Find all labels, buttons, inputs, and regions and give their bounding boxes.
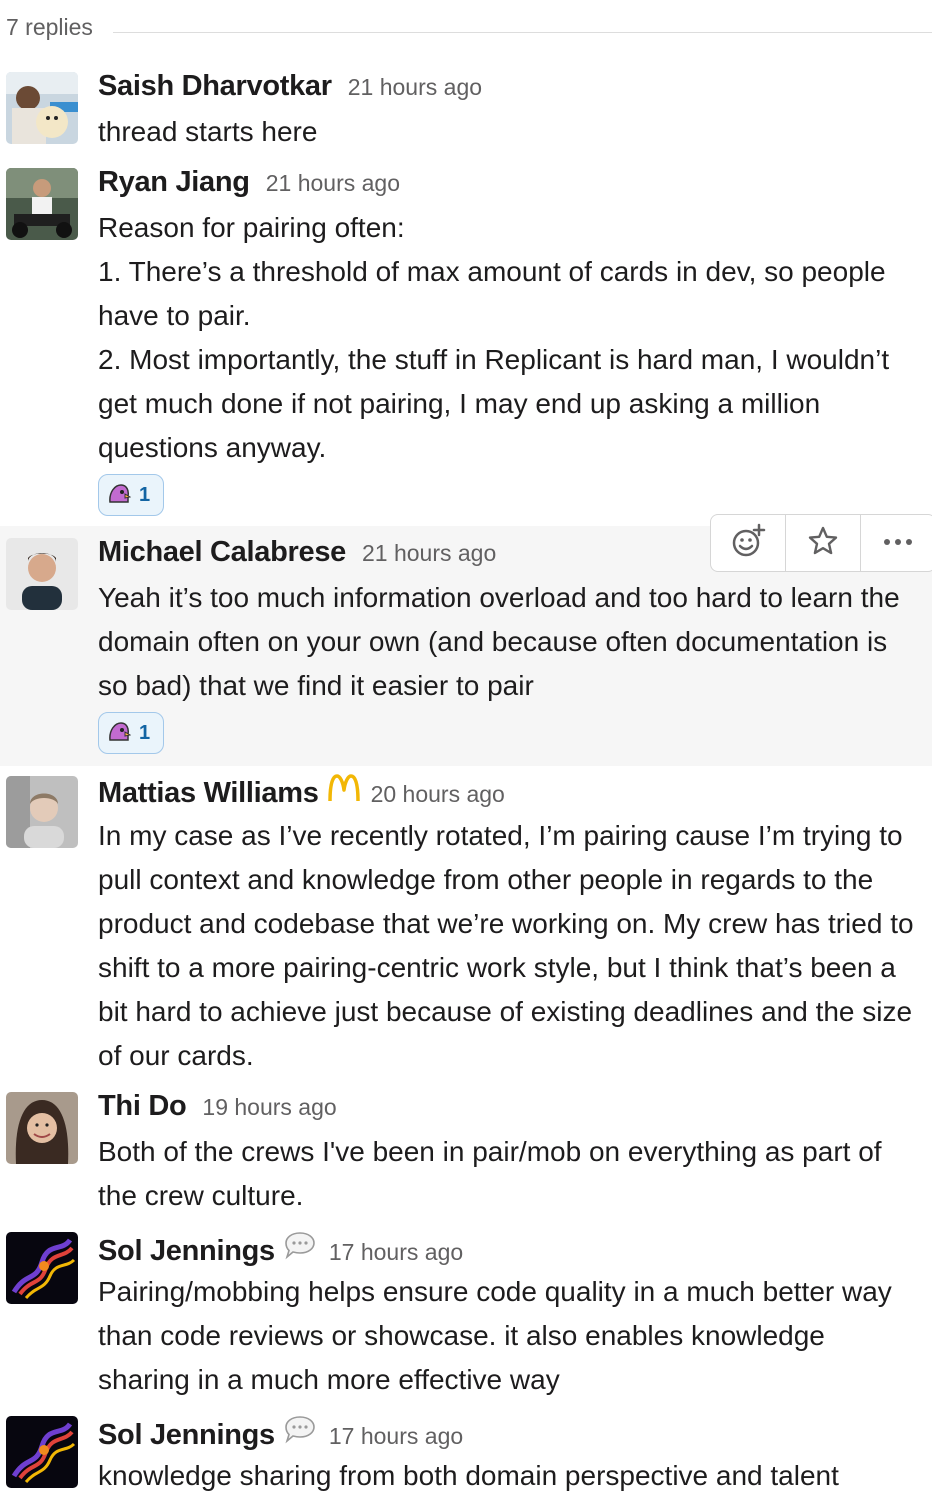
message-header: Sol Jennings 17 hours ago: [98, 1230, 463, 1268]
fractal-art-avatar[interactable]: [6, 1416, 78, 1488]
author-name[interactable]: Sol Jennings: [98, 1419, 275, 1452]
message: Sol Jennings 17 hours ago knowledge shar…: [0, 1406, 932, 1504]
fractal-art-avatar[interactable]: [6, 1232, 78, 1304]
message-header: Mattias Williams 20 hours ago: [98, 774, 505, 810]
reaction-pill[interactable]: 1: [98, 474, 164, 516]
more-actions-button[interactable]: [861, 515, 932, 571]
reaction-count: 1: [139, 483, 151, 506]
message: Mattias Williams 20 hours ago In my case…: [0, 766, 932, 1082]
message-body: In my case as I’ve recently rotated, I’m…: [98, 814, 924, 1078]
mcdonalds-arches-icon: [327, 774, 361, 807]
author-name[interactable]: Sol Jennings: [98, 1235, 275, 1268]
replies-divider: [113, 32, 932, 33]
party-parrot-icon: [107, 720, 132, 747]
message-text: thread starts here: [98, 116, 318, 147]
timestamp[interactable]: 21 hours ago: [266, 170, 400, 197]
person-on-motorcycle-avatar[interactable]: [6, 168, 78, 240]
message-body: Yeah it’s too much information overload …: [98, 576, 924, 708]
author-name[interactable]: Ryan Jiang: [98, 166, 250, 199]
timestamp[interactable]: 17 hours ago: [329, 1423, 463, 1450]
author-name[interactable]: Michael Calabrese: [98, 536, 346, 569]
message-body: knowledge sharing from both domain persp…: [98, 1454, 924, 1498]
person-portrait-avatar[interactable]: [6, 776, 78, 848]
reaction-pill[interactable]: 1: [98, 712, 164, 754]
message-text: 1. There’s a threshold of max amount of …: [98, 256, 886, 331]
replies-header: 7 replies: [0, 0, 932, 60]
timestamp[interactable]: 21 hours ago: [362, 540, 496, 567]
replies-count: 7 replies: [6, 14, 93, 40]
more-actions-icon: [882, 534, 914, 552]
star-button[interactable]: [786, 515, 861, 571]
message-header: Thi Do 19 hours ago: [98, 1090, 337, 1126]
message-text: Reason for pairing often:: [98, 212, 405, 243]
message-header: Michael Calabrese 21 hours ago: [98, 536, 496, 572]
party-parrot-icon: [107, 482, 132, 509]
message: Sol Jennings 17 hours ago Pairing/mobbin…: [0, 1222, 932, 1406]
reaction-count: 1: [139, 721, 151, 744]
person-portrait-avatar[interactable]: [6, 538, 78, 610]
message-text: Pairing/mobbing helps ensure code qualit…: [98, 1276, 892, 1395]
message-header: Saish Dharvotkar 21 hours ago: [98, 70, 482, 106]
timestamp[interactable]: 21 hours ago: [348, 74, 482, 101]
speech-bubble-icon: [283, 1230, 317, 1265]
message-body: Both of the crews I've been in pair/mob …: [98, 1130, 924, 1218]
message-header: Ryan Jiang 21 hours ago: [98, 166, 400, 202]
message: Saish Dharvotkar 21 hours ago thread sta…: [0, 62, 932, 158]
add-reaction-icon: [730, 523, 766, 564]
person-selfie-avatar[interactable]: [6, 1092, 78, 1164]
message: Thi Do 19 hours ago Both of the crews I'…: [0, 1082, 932, 1222]
message-header: Sol Jennings 17 hours ago: [98, 1414, 463, 1452]
author-name[interactable]: Mattias Williams: [98, 777, 319, 810]
message-body: Pairing/mobbing helps ensure code qualit…: [98, 1270, 924, 1402]
timestamp[interactable]: 20 hours ago: [371, 781, 505, 808]
timestamp[interactable]: 17 hours ago: [329, 1239, 463, 1266]
message-text: 2. Most importantly, the stuff in Replic…: [98, 344, 890, 463]
add-reaction-button[interactable]: [711, 515, 786, 571]
star-icon: [807, 525, 839, 562]
message-text: Yeah it’s too much information overload …: [98, 582, 900, 701]
message-actions-toolbar: [710, 514, 932, 572]
speech-bubble-icon: [283, 1414, 317, 1449]
author-name[interactable]: Thi Do: [98, 1090, 187, 1123]
message-body: thread starts here: [98, 110, 924, 154]
person-with-dog-avatar[interactable]: [6, 72, 78, 144]
author-name[interactable]: Saish Dharvotkar: [98, 70, 332, 103]
message-text: Both of the crews I've been in pair/mob …: [98, 1136, 882, 1211]
timestamp[interactable]: 19 hours ago: [202, 1094, 336, 1121]
message: Ryan Jiang 21 hours ago Reason for pairi…: [0, 158, 932, 526]
message-body: Reason for pairing often: 1. There’s a t…: [98, 206, 924, 470]
message-text: knowledge sharing from both domain persp…: [98, 1460, 839, 1491]
message-text: In my case as I’ve recently rotated, I’m…: [98, 820, 914, 1071]
